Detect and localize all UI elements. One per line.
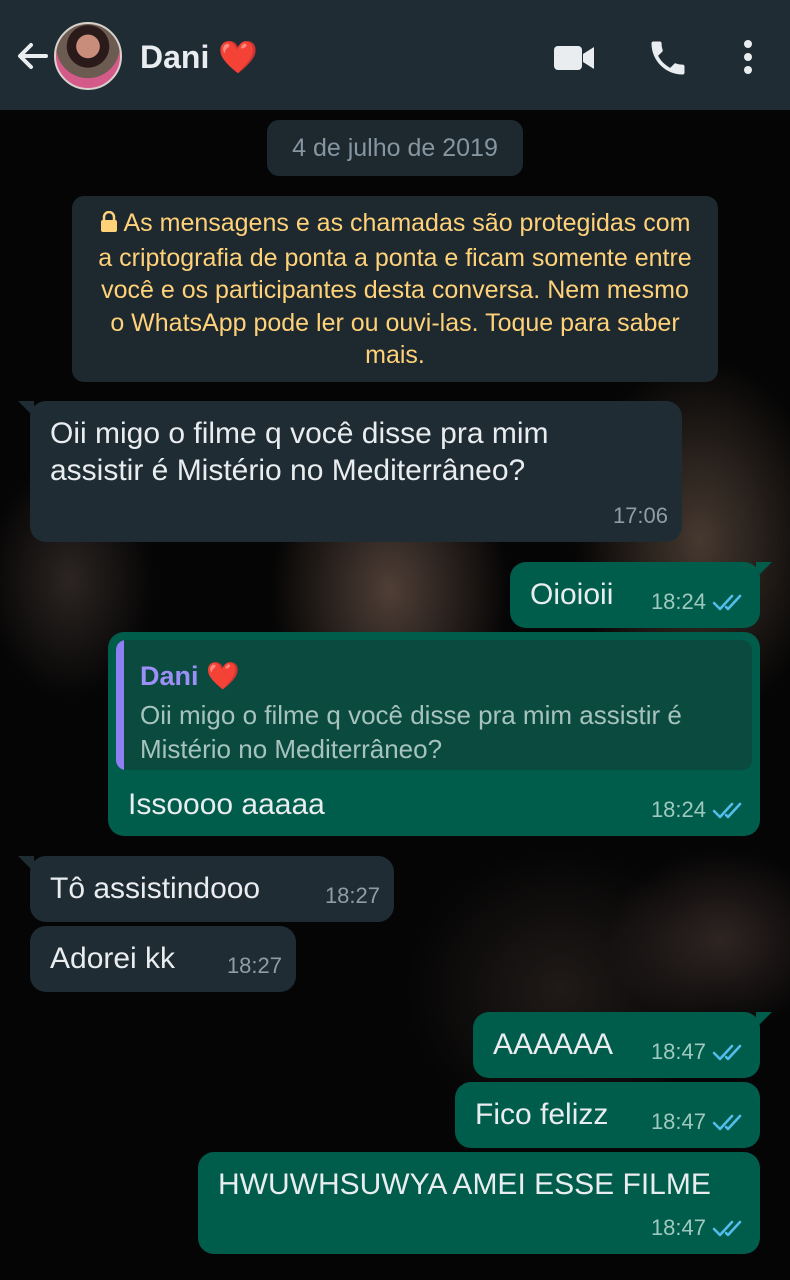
more-options-icon[interactable] — [726, 36, 770, 80]
message-meta: 18:47 — [651, 1209, 746, 1246]
message-text: Fico felizz — [475, 1098, 609, 1131]
avatar[interactable] — [54, 22, 122, 90]
message-text: HWUWHSUWYA AMEI ESSE FILME — [218, 1168, 711, 1201]
message-time: 18:27 — [226, 953, 282, 978]
message-text: Oioioii — [530, 578, 614, 611]
encryption-notice-text: As mensagens e as chamadas são protegida… — [98, 209, 692, 369]
message-text: Issoooo aaaaa — [128, 788, 325, 821]
message-meta: 18:24 — [651, 583, 746, 620]
quote-accent-bar — [116, 640, 124, 770]
message-time: 18:24 — [650, 589, 706, 614]
read-ticks-icon — [712, 1044, 742, 1060]
message-outgoing[interactable]: Fico felizz 18:47 — [455, 1082, 760, 1148]
phone-icon[interactable] — [646, 36, 690, 80]
message-time: 18:47 — [650, 1039, 706, 1064]
message-text: Adorei kk — [50, 942, 176, 975]
message-text: AAAAAA — [493, 1028, 614, 1061]
lock-icon — [100, 209, 118, 242]
message-meta: 18:47 — [651, 1103, 746, 1140]
quoted-message[interactable]: Dani ❤️ Oii migo o filme q você disse pr… — [116, 640, 752, 770]
contact-name-text: Dani — [140, 39, 210, 75]
message-incoming[interactable]: Oii migo o filme q você disse pra mim as… — [18, 401, 682, 542]
message-text: Tô assistindooo — [50, 872, 261, 905]
message-outgoing-reply[interactable]: Dani ❤️ Oii migo o filme q você disse pr… — [108, 632, 760, 836]
message-incoming[interactable]: Adorei kk 18:27 — [30, 926, 296, 992]
message-meta: 18:27 — [227, 947, 282, 984]
message-time: 18:47 — [650, 1109, 706, 1134]
message-meta: 18:27 — [325, 877, 380, 914]
message-meta: 18:24 — [651, 791, 746, 828]
encryption-notice[interactable]: As mensagens e as chamadas são protegida… — [72, 196, 718, 382]
back-arrow-icon[interactable] — [12, 36, 52, 76]
read-ticks-icon — [712, 1220, 742, 1236]
message-text: Oii migo o filme q você disse pra mim as… — [50, 417, 549, 487]
quoted-sender: Dani ❤️ — [140, 658, 240, 695]
read-ticks-icon — [712, 594, 742, 610]
message-outgoing[interactable]: AAAAAA 18:47 — [473, 1012, 772, 1078]
chat-header: Dani ❤️ — [0, 0, 790, 110]
quoted-sender-name: Dani — [140, 661, 199, 691]
message-meta: 18:47 — [651, 1033, 746, 1070]
contact-name[interactable]: Dani ❤️ — [140, 38, 258, 76]
chat-area[interactable]: 4 de julho de 2019 As mensagens e as cha… — [0, 110, 790, 1280]
read-ticks-icon — [712, 802, 742, 818]
read-ticks-icon — [712, 1114, 742, 1130]
message-time: 17:06 — [612, 503, 668, 528]
message-time: 18:27 — [324, 883, 380, 908]
message-outgoing[interactable]: Oioioii 18:24 — [510, 562, 772, 628]
date-chip: 4 de julho de 2019 — [267, 120, 523, 176]
video-call-icon[interactable] — [552, 36, 596, 80]
message-incoming[interactable]: Tô assistindooo 18:27 — [18, 856, 394, 922]
heart-emoji: ❤️ — [206, 661, 240, 691]
message-outgoing[interactable]: HWUWHSUWYA AMEI ESSE FILME 18:47 — [198, 1152, 760, 1254]
quoted-text: Oii migo o filme q você disse pra mim as… — [140, 700, 682, 764]
heart-emoji: ❤️ — [218, 39, 259, 75]
message-meta: 17:06 — [613, 497, 668, 534]
message-time: 18:47 — [650, 1215, 706, 1240]
message-time: 18:24 — [650, 797, 706, 822]
